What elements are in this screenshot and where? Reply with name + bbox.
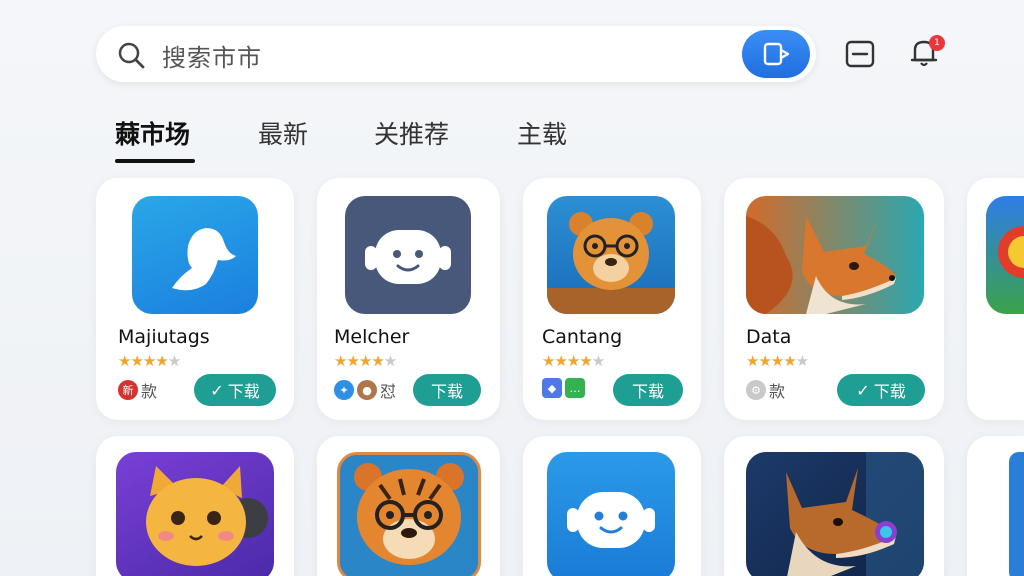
- bird-icon: ✦: [334, 380, 354, 400]
- app-card[interactable]: Melcher ★★★★★ ✦ ● 怼 下载: [317, 178, 500, 420]
- app-icon-partial: [1009, 452, 1024, 576]
- tab-latest[interactable]: 最新: [258, 115, 308, 151]
- app-card[interactable]: [967, 436, 1024, 576]
- minimize-icon[interactable]: [842, 36, 878, 72]
- app-meta: ✦ ● 怼: [334, 378, 396, 402]
- search-placeholder[interactable]: 搜索市市: [162, 38, 262, 73]
- app-icon-tiger: [337, 452, 481, 576]
- download-button[interactable]: 下载: [613, 374, 683, 406]
- app-meta: 新 款: [118, 378, 157, 402]
- rating-stars: ★★★★★: [334, 352, 397, 370]
- search-bar[interactable]: 搜索市市: [96, 26, 816, 82]
- app-name: Data: [746, 326, 792, 348]
- chat-icon: …: [565, 378, 585, 398]
- meta-text: 怼: [380, 382, 397, 401]
- rating-stars: ★★★★★: [118, 352, 181, 370]
- app-icon-cat: [116, 452, 274, 576]
- app-icon-robot: [345, 196, 471, 314]
- check-icon: ✓: [856, 380, 870, 400]
- app-card[interactable]: Majiutags ★★★★★ 新 款 ✓ 下载: [96, 178, 294, 420]
- download-button[interactable]: ✓ 下载: [194, 374, 276, 406]
- download-button[interactable]: 下载: [413, 374, 481, 406]
- app-icon-fox: [746, 196, 924, 314]
- download-button[interactable]: ✓ 下载: [837, 374, 925, 406]
- app-card[interactable]: [96, 436, 294, 576]
- app-name: Melcher: [334, 326, 410, 348]
- rating-stars: ★★★★★: [542, 352, 605, 370]
- gear-icon: ⚙: [746, 380, 766, 400]
- avatar: ●: [357, 380, 377, 400]
- search-icon: [118, 42, 145, 69]
- app-icon-robot-blue: [547, 452, 675, 576]
- app-name: Majiutags: [118, 326, 210, 348]
- rating-stars: ★★★★★: [746, 352, 809, 370]
- app-icon-wolf: [746, 452, 924, 576]
- app-name: Cantang: [542, 326, 623, 348]
- app-meta: ⚙ 款: [746, 378, 785, 402]
- app-card[interactable]: [724, 436, 944, 576]
- tab-active-indicator: [115, 159, 195, 163]
- app-store-icon: ◆: [542, 378, 562, 398]
- tab-market[interactable]: 蕀市场: [115, 115, 190, 151]
- top-bar: 搜索市市: [96, 26, 816, 82]
- search-submit-button[interactable]: [742, 30, 810, 78]
- share-icon: [763, 42, 790, 66]
- app-card[interactable]: Cantang ★★★★★ ◆ … 下载: [523, 178, 701, 420]
- app-card[interactable]: [967, 178, 1024, 420]
- new-tag-icon: 新: [118, 380, 138, 400]
- check-icon: ✓: [210, 380, 224, 400]
- app-card[interactable]: [523, 436, 701, 576]
- app-icon-duck: [132, 196, 258, 314]
- tab-recommended[interactable]: 关推荐: [374, 115, 449, 151]
- app-meta: ◆ …: [542, 378, 585, 398]
- meta-text: 款: [141, 382, 158, 401]
- notification-badge: 1: [929, 35, 945, 51]
- tab-main[interactable]: 主载: [517, 115, 567, 151]
- app-icon-game: [986, 196, 1024, 314]
- app-icon-bear: [547, 196, 675, 314]
- meta-text: 款: [769, 382, 786, 401]
- app-card[interactable]: Data ★★★★★ ⚙ 款 ✓ 下载: [724, 178, 944, 420]
- app-card[interactable]: [317, 436, 500, 576]
